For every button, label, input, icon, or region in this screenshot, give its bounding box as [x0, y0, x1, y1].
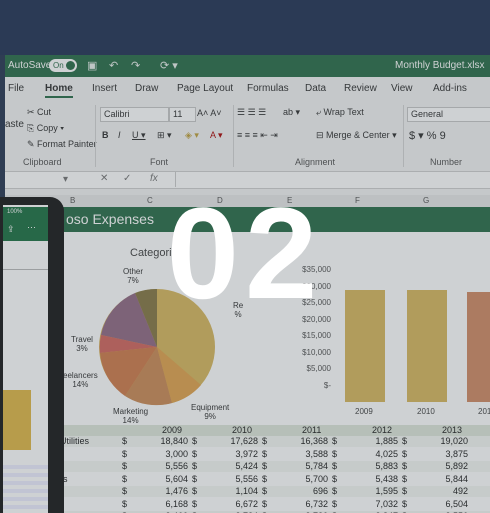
top-navy-band: [0, 0, 490, 55]
step-number: 02: [166, 180, 324, 326]
screenshot-frame: AutoSave On ▣ ↶ ↷ ⟳ ▾ Monthly Budget.xls…: [0, 0, 490, 513]
